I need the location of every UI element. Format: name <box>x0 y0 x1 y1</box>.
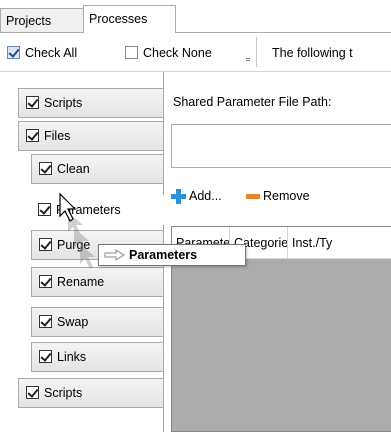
nav-item-clean[interactable]: Clean <box>31 154 164 184</box>
nav-item-label: Links <box>57 350 87 364</box>
nav-item-checkbox[interactable] <box>39 162 52 175</box>
remove-icon[interactable] <box>246 194 260 199</box>
nav-item-swap[interactable]: Swap <box>31 307 164 337</box>
add-icon[interactable] <box>171 189 186 204</box>
toolbar-separator <box>256 37 257 67</box>
nav-item-label: Rename <box>57 275 105 289</box>
nav-item-label: Parameters <box>56 203 121 217</box>
nav-item-parameters[interactable]: Parameters <box>30 195 164 225</box>
toolbar-info-text: The following t <box>272 46 353 60</box>
drag-tooltip-label: Parameters <box>129 248 198 262</box>
check-none-button[interactable]: Check None <box>125 43 212 63</box>
nav-item-label: Files <box>44 129 71 143</box>
add-button[interactable]: Add... <box>189 187 222 205</box>
nav-item-checkbox[interactable] <box>39 238 52 251</box>
drag-move-icon <box>104 249 125 261</box>
nav-item-checkbox[interactable] <box>39 315 52 328</box>
nav-item-links[interactable]: Links <box>31 342 164 372</box>
nav-item-scripts[interactable]: Scripts <box>18 88 164 118</box>
nav-item-checkbox[interactable] <box>26 386 39 399</box>
nav-item-checkbox[interactable] <box>39 275 52 288</box>
tab-strip: Projects Processes <box>0 0 391 33</box>
shared-parameter-path-label: Shared Parameter File Path: <box>173 95 332 109</box>
nav-item-checkbox[interactable] <box>38 203 51 216</box>
nav-item-files[interactable]: Files <box>18 121 164 151</box>
tab-processes[interactable]: Processes <box>83 5 176 33</box>
toolbar-overflow-grip[interactable] <box>244 45 252 67</box>
check-none-checkbox[interactable] <box>125 46 138 59</box>
toolbar: Check All Check None The following t <box>0 33 391 72</box>
check-all-button[interactable]: Check All <box>7 43 77 63</box>
nav-item-rename[interactable]: Rename <box>31 267 164 297</box>
remove-button[interactable]: Remove <box>263 187 310 205</box>
nav-item-label: Purge <box>57 238 91 252</box>
tab-projects-label: Projects <box>6 14 52 28</box>
nav-item-checkbox[interactable] <box>26 96 39 109</box>
tab-processes-label: Processes <box>89 12 148 26</box>
nav-item-checkbox[interactable] <box>39 350 52 363</box>
nav-item-label: Clean <box>57 162 90 176</box>
nav-item-checkbox[interactable] <box>26 129 39 142</box>
column-header[interactable]: Inst./Ty <box>288 227 391 259</box>
check-all-label: Check All <box>25 46 78 60</box>
nav-item-label: Swap <box>57 315 89 329</box>
tab-projects[interactable]: Projects <box>0 8 84 33</box>
nav-item-label: Scripts <box>44 96 83 110</box>
nav-item-label: Scripts <box>44 386 83 400</box>
nav-item-scripts-2[interactable]: Scripts <box>18 378 164 408</box>
check-all-checkbox[interactable] <box>7 46 20 59</box>
shared-parameter-path-input[interactable] <box>171 124 391 168</box>
check-none-label: Check None <box>143 46 212 60</box>
